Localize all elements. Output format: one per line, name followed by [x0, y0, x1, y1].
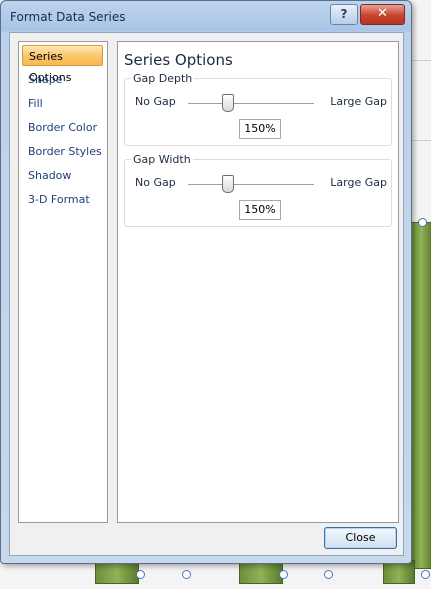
gridline	[409, 140, 431, 141]
selection-handle[interactable]	[324, 570, 333, 579]
close-button[interactable]: Close	[324, 527, 397, 549]
options-panel: Series Options Gap Depth No Gap Large Ga…	[117, 41, 399, 523]
nav-shadow[interactable]: Shadow	[22, 165, 103, 186]
gap-width-input[interactable]: 150%	[239, 200, 281, 220]
gap-width-label: Gap Width	[131, 153, 193, 166]
category-list: Series Options Shape Fill Border Color B…	[18, 41, 108, 523]
close-window-button[interactable]: ✕	[360, 4, 405, 25]
gap-depth-label: Gap Depth	[131, 72, 195, 85]
title-bar[interactable]: Format Data Series ? ✕	[1, 1, 411, 33]
chart-bar[interactable]	[410, 222, 431, 569]
nav-fill[interactable]: Fill	[22, 93, 103, 114]
gap-depth-slider-track[interactable]	[188, 103, 314, 104]
no-gap-label: No Gap	[135, 176, 176, 189]
large-gap-label: Large Gap	[330, 95, 387, 108]
nav-series-options[interactable]: Series Options	[22, 45, 103, 84]
selection-handle[interactable]	[421, 570, 430, 579]
selection-handle[interactable]	[182, 570, 191, 579]
gap-depth-input[interactable]: 150%	[239, 119, 281, 139]
panel-title: Series Options	[124, 51, 233, 69]
gap-width-slider-track[interactable]	[188, 184, 314, 185]
selection-handle[interactable]	[136, 570, 145, 579]
no-gap-label: No Gap	[135, 95, 176, 108]
selection-handle[interactable]	[279, 570, 288, 579]
gap-width-slider-thumb[interactable]	[222, 175, 234, 193]
nav-shape[interactable]: Shape	[22, 69, 103, 90]
gap-depth-slider-thumb[interactable]	[222, 94, 234, 112]
selection-handle[interactable]	[418, 218, 427, 227]
gap-width-group: Gap Width No Gap Large Gap 150%	[124, 153, 392, 227]
help-button[interactable]: ?	[330, 4, 358, 25]
gap-depth-group: Gap Depth No Gap Large Gap 150%	[124, 72, 392, 146]
large-gap-label: Large Gap	[330, 176, 387, 189]
nav-3d-format[interactable]: 3-D Format	[22, 189, 103, 210]
format-data-series-dialog: Format Data Series ? ✕ Series Options Sh…	[0, 0, 412, 564]
gridline	[409, 60, 431, 61]
nav-border-styles[interactable]: Border Styles	[22, 141, 103, 162]
dialog-body: Series Options Shape Fill Border Color B…	[9, 32, 404, 556]
nav-border-color[interactable]: Border Color	[22, 117, 103, 138]
dialog-title: Format Data Series	[10, 10, 126, 24]
